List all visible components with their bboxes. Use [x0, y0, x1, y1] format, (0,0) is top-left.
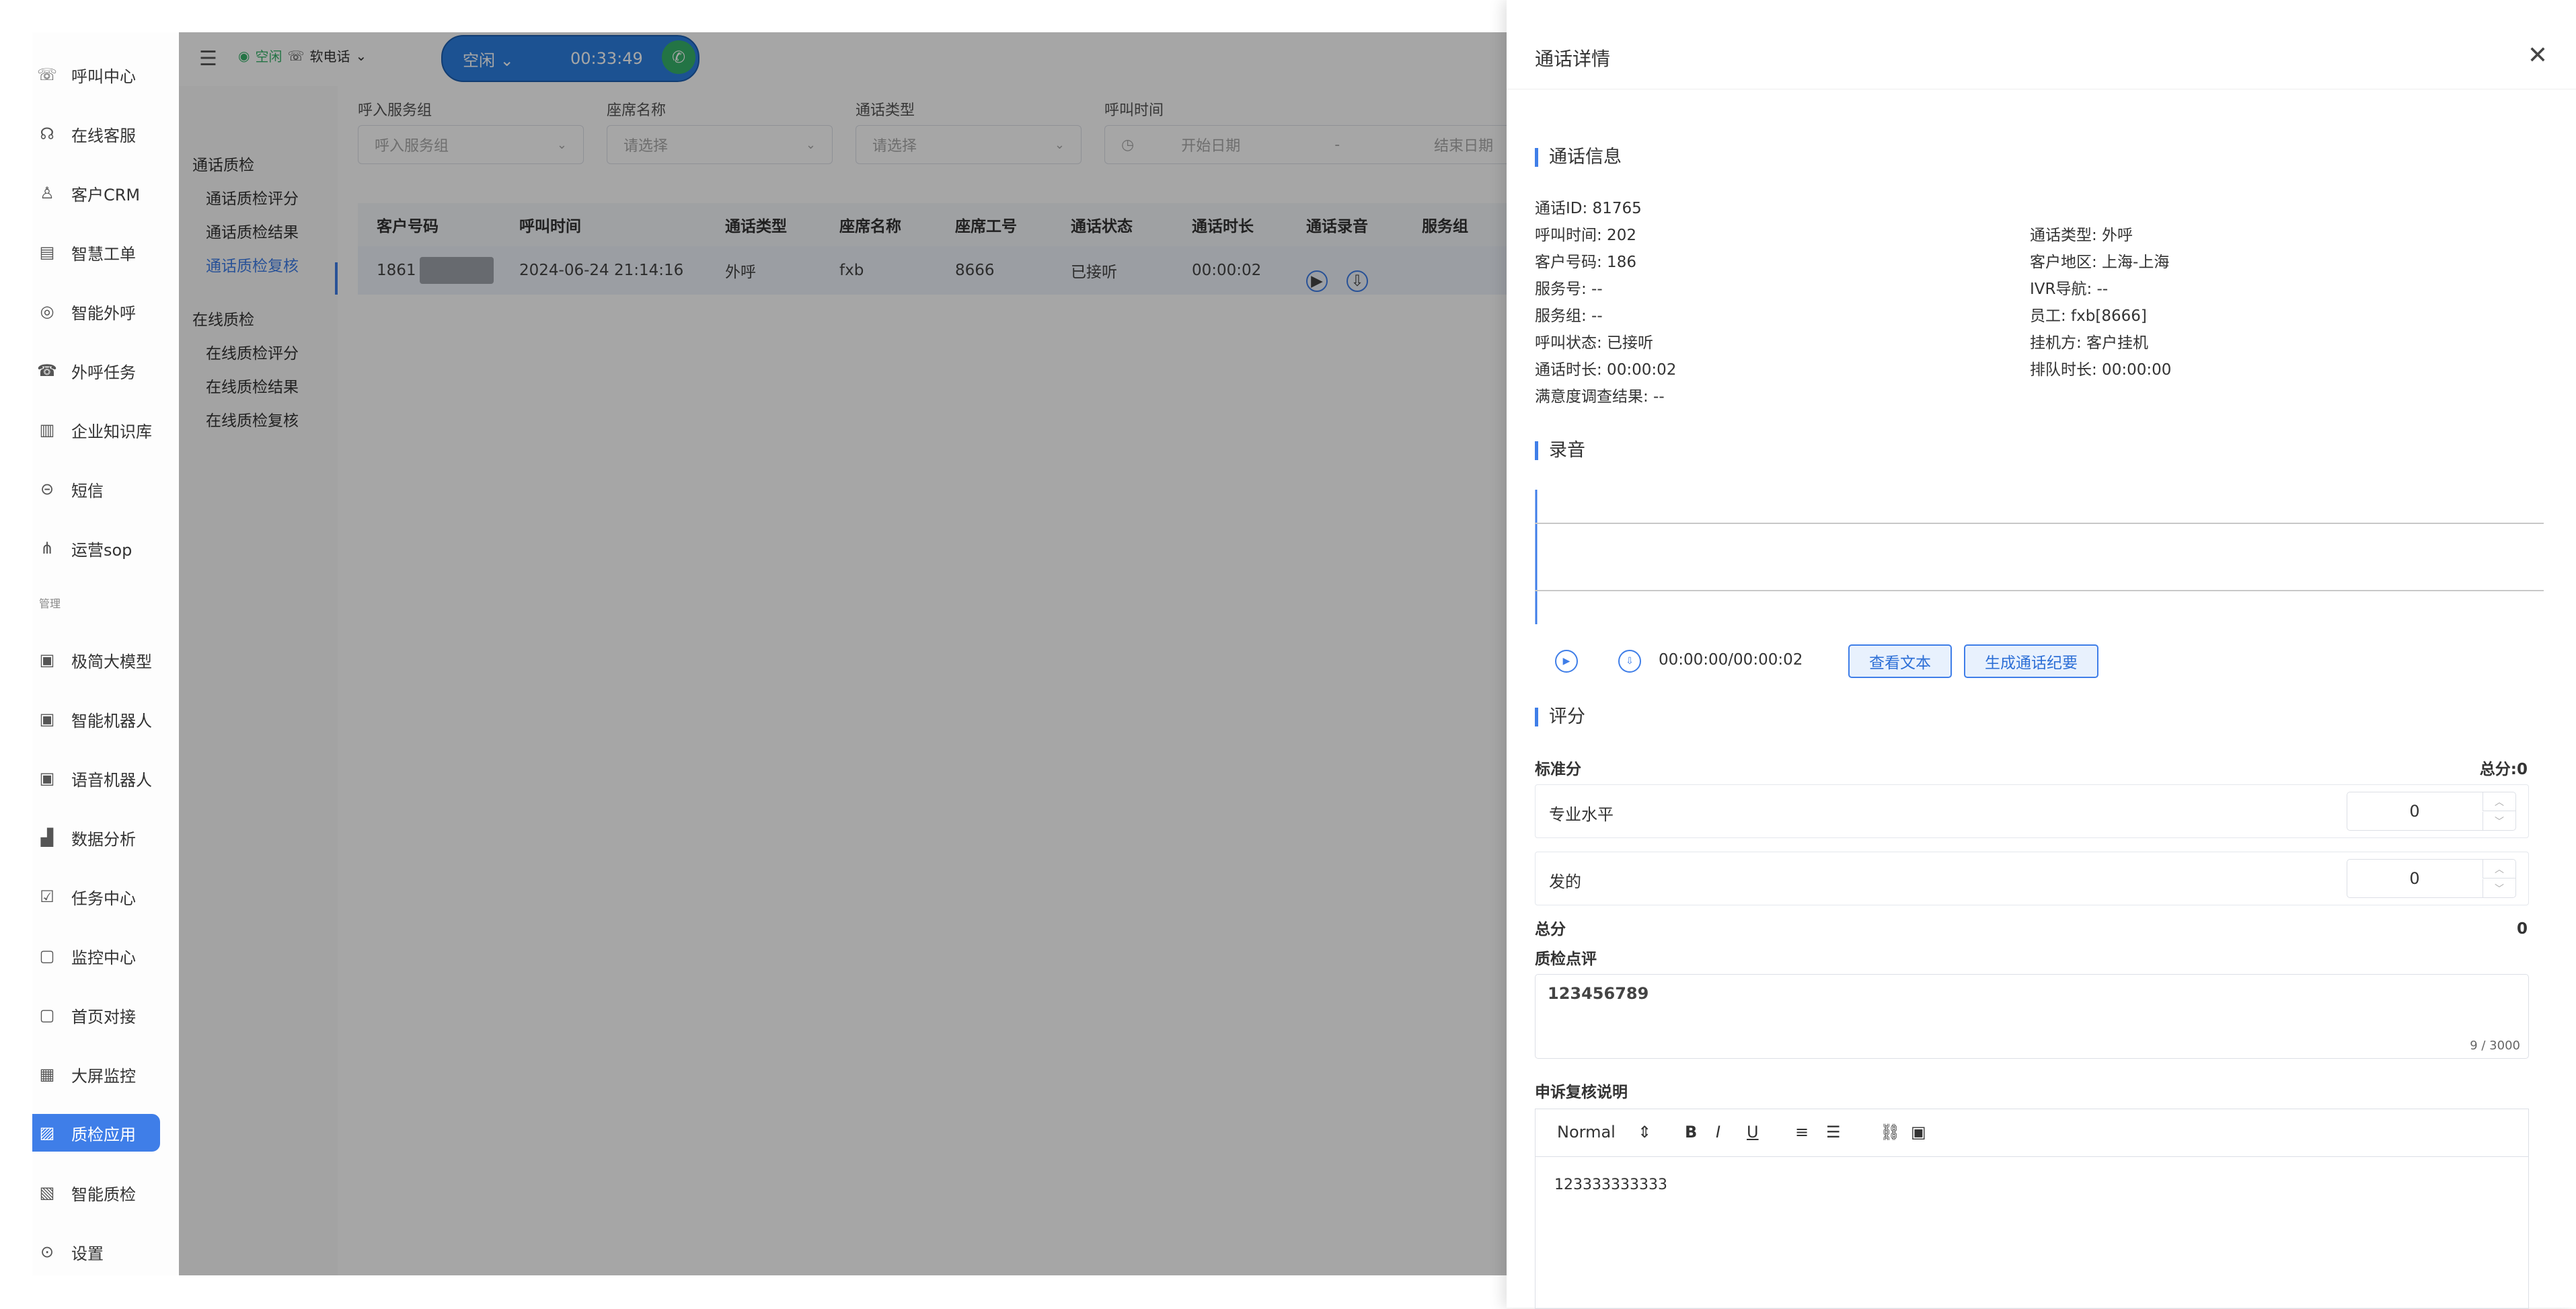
- sum-label: 总分: [1535, 921, 1566, 938]
- section-recording: 录音: [1535, 441, 1585, 460]
- info-employee: 员工: fxb[8666]: [2030, 307, 2147, 325]
- nav-item-sop[interactable]: ⋔ 运营sop: [32, 519, 179, 577]
- image-icon[interactable]: ▣: [1911, 1123, 1926, 1142]
- info-hangup-side: 挂机方: 客户挂机: [2030, 334, 2149, 352]
- phone-wave-icon: ☎: [37, 361, 57, 380]
- nav-item-monitor[interactable]: ▢ 监控中心: [32, 927, 179, 985]
- total-score-label: 总分:0: [2479, 761, 2528, 778]
- nav-item-task-center[interactable]: ☑ 任务中心: [32, 868, 179, 926]
- nav-item-crm[interactable]: ♙ 客户CRM: [32, 164, 179, 222]
- message-icon: ⊝: [40, 480, 54, 498]
- task-icon: ☑: [40, 887, 54, 906]
- info-service-group: 服务组: --: [1535, 307, 1603, 325]
- nav-item-workorder[interactable]: ▤ 智慧工单: [32, 223, 179, 281]
- score-stepper[interactable]: 0 ︿ ﹀: [2347, 859, 2516, 898]
- nav-group-label: 管理: [39, 597, 61, 610]
- document-icon: ▤: [39, 243, 55, 262]
- info-call-duration: 通话时长: 00:00:02: [1535, 361, 1677, 379]
- flow-icon: ⋔: [40, 539, 54, 558]
- nav-item-llm[interactable]: ▣ 极简大模型: [32, 631, 179, 689]
- playback-time: 00:00:00/00:00:02: [1659, 651, 1803, 669]
- play-icon[interactable]: ▶: [1555, 650, 1578, 673]
- qc-comment-textarea[interactable]: 123456789 9 / 3000: [1535, 974, 2529, 1059]
- generate-summary-button[interactable]: 生成通话纪要: [1964, 644, 2098, 678]
- format-select[interactable]: Normal: [1557, 1123, 1616, 1142]
- appeal-label: 申诉复核说明: [1535, 1084, 1628, 1101]
- info-call-id: 通话ID: 81765: [1535, 200, 1642, 217]
- phone-icon: ☏: [36, 65, 57, 84]
- standard-score-label: 标准分: [1535, 761, 1581, 778]
- nav-item-smart-qc[interactable]: ▧ 智能质检: [32, 1164, 179, 1222]
- settings-icon: ⊙: [40, 1242, 54, 1261]
- user-icon: ♙: [40, 184, 54, 202]
- monitor-icon: ▢: [39, 946, 55, 965]
- bold-icon[interactable]: B: [1685, 1123, 1697, 1142]
- ordered-list-icon[interactable]: ≡: [1795, 1123, 1809, 1142]
- robot-icon: ▣: [39, 710, 55, 728]
- call-detail-drawer: 通话详情 ✕ 通话信息 通话ID: 81765 呼叫时间: 202 客户号码: …: [1507, 0, 2576, 1309]
- rich-text-editor[interactable]: Normal ⇕ B I U ≡ ☰ ⛓ ▣ 123333333333: [1535, 1109, 2529, 1309]
- sum-value: 0: [2516, 920, 2528, 938]
- info-service-number: 服务号: --: [1535, 280, 1603, 298]
- section-score: 评分: [1535, 708, 1585, 726]
- decrement-icon: ﹀: [2483, 812, 2515, 830]
- nav-item-voice-robot[interactable]: ▣ 语音机器人: [32, 749, 179, 807]
- editor-toolbar: Normal ⇕ B I U ≡ ☰ ⛓ ▣: [1536, 1109, 2528, 1157]
- nav-item-sms[interactable]: ⊝ 短信: [32, 460, 179, 518]
- score-stepper[interactable]: 0 ︿ ﹀: [2347, 792, 2516, 831]
- nav-item-knowledge[interactable]: ▥ 企业知识库: [32, 401, 179, 459]
- chart-icon: ▟: [40, 828, 54, 847]
- main-nav: ☏ 呼叫中心 ☊ 在线客服 ♙ 客户CRM ▤ 智慧工单 ◎ 智能外呼 ☎ 外呼任务 ▥ 企业…: [32, 32, 180, 1275]
- char-counter: 9 / 3000: [2470, 1039, 2520, 1053]
- headset-icon: ☊: [40, 124, 54, 143]
- bullet-list-icon[interactable]: ☰: [1826, 1123, 1841, 1142]
- italic-icon[interactable]: I: [1716, 1123, 1720, 1142]
- qc-icon: ▨: [39, 1123, 55, 1142]
- nav-item-qc-app[interactable]: ▨ 质检应用: [32, 1114, 160, 1152]
- info-call-status: 呼叫状态: 已接听: [1535, 334, 1654, 352]
- underline-icon[interactable]: U: [1747, 1123, 1759, 1142]
- nav-item-outbound-task[interactable]: ☎ 外呼任务: [32, 342, 179, 400]
- editor-content: 123333333333: [1554, 1176, 1667, 1193]
- info-customer-region: 客户地区: 上海-上海: [2030, 254, 2170, 271]
- nav-item-smart-outbound[interactable]: ◎ 智能外呼: [32, 283, 179, 340]
- dock-icon: ▢: [39, 1006, 55, 1024]
- info-call-time: 呼叫时间: 202: [1535, 227, 1636, 244]
- nav-item-analytics[interactable]: ▟ 数据分析: [32, 809, 179, 866]
- info-call-type: 通话类型: 外呼: [2030, 227, 2133, 244]
- info-satisfaction: 满意度调查结果: --: [1535, 388, 1665, 406]
- increment-icon: ︿: [2483, 792, 2515, 811]
- nav-item-settings[interactable]: ⊙ 设置: [32, 1223, 179, 1275]
- download-icon[interactable]: ⇩: [1618, 650, 1641, 673]
- comment-label: 质检点评: [1535, 950, 1597, 968]
- screen-icon: ▦: [39, 1065, 55, 1084]
- book-icon: ▥: [39, 420, 55, 439]
- nav-item-robot[interactable]: ▣ 智能机器人: [32, 690, 179, 748]
- view-text-button[interactable]: 查看文本: [1848, 644, 1952, 678]
- score-row-professional: 专业水平 0 ︿ ﹀: [1535, 784, 2529, 838]
- model-icon: ▣: [39, 650, 55, 669]
- nav-item-dock[interactable]: ▢ 首页对接: [32, 986, 179, 1044]
- close-icon[interactable]: ✕: [2528, 42, 2548, 69]
- waveform[interactable]: [1535, 490, 2544, 624]
- info-queue-time: 排队时长: 00:00:00: [2030, 361, 2172, 379]
- whatsapp-icon: ◎: [40, 302, 54, 321]
- drawer-title: 通话详情: [1535, 48, 1611, 70]
- smart-qc-icon: ▧: [39, 1183, 55, 1202]
- info-ivr: IVR导航: --: [2030, 280, 2109, 298]
- voice-robot-icon: ▣: [39, 769, 55, 788]
- decrement-icon: ﹀: [2483, 879, 2515, 897]
- nav-item-call-center[interactable]: ☏ 呼叫中心: [32, 46, 179, 104]
- select-arrows-icon[interactable]: ⇕: [1638, 1123, 1651, 1142]
- score-row-fade: 发的 0 ︿ ﹀: [1535, 852, 2529, 905]
- increment-icon: ︿: [2483, 860, 2515, 878]
- nav-item-online-service[interactable]: ☊ 在线客服: [32, 105, 179, 163]
- info-customer-number: 客户号码: 186: [1535, 254, 1636, 271]
- section-call-info: 通话信息: [1535, 148, 1622, 167]
- link-icon[interactable]: ⛓: [1880, 1123, 1900, 1142]
- nav-item-big-screen[interactable]: ▦ 大屏监控: [32, 1045, 179, 1103]
